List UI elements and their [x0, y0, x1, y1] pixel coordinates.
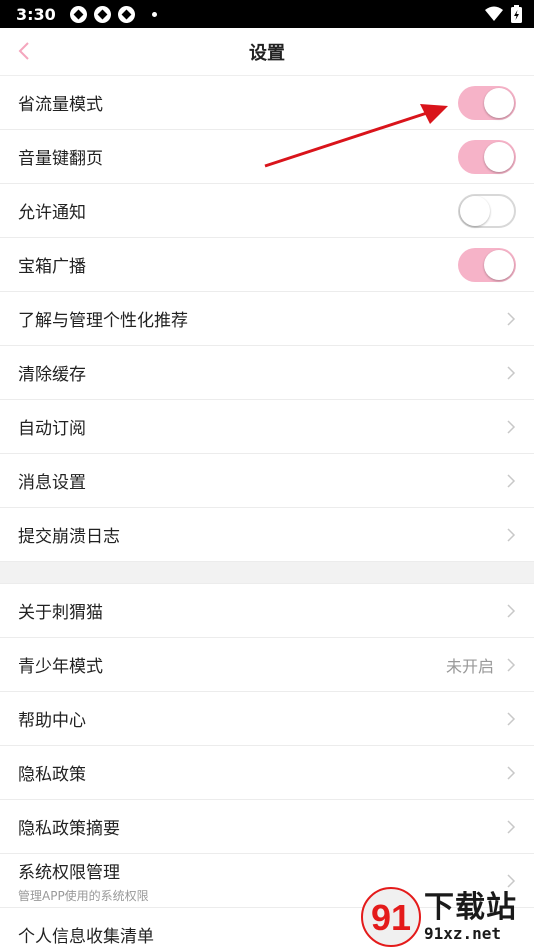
toggle-knob — [484, 87, 514, 118]
setting-allow-notifications: 允许通知 — [0, 184, 534, 238]
list-item-label: 自动订阅 — [18, 419, 86, 439]
status-bar: 3:30 — [0, 0, 534, 28]
toggle-knob — [460, 195, 490, 226]
list-item-label: 隐私政策摘要 — [18, 819, 120, 839]
app-notification-icon — [69, 5, 87, 23]
list-item-label: 提交崩溃日志 — [18, 527, 120, 547]
data-saver-toggle[interactable] — [458, 85, 516, 120]
chevron-right-icon — [507, 365, 516, 380]
list-item-auto-subscribe[interactable]: 自动订阅 — [0, 400, 534, 454]
watermark-brand: 下载站 — [424, 889, 517, 925]
chevron-right-icon — [507, 657, 516, 672]
teen-mode-status: 未开启 — [445, 656, 494, 676]
chevron-right-icon — [507, 473, 516, 488]
watermark-logo-number: 91 — [371, 897, 411, 938]
toggle-knob — [484, 249, 514, 280]
list-item-privacy-policy[interactable]: 隐私政策 — [0, 746, 534, 800]
back-arrow-icon[interactable] — [14, 40, 36, 62]
list-item-label: 清除缓存 — [18, 365, 86, 385]
list-item-personalized-recommendation[interactable]: 了解与管理个性化推荐 — [0, 292, 534, 346]
list-item-help-center[interactable]: 帮助中心 — [0, 692, 534, 746]
app-notification-icon — [117, 5, 135, 23]
more-notifications-icon — [151, 11, 157, 17]
allow-notifications-toggle[interactable] — [458, 193, 516, 228]
list-item-label: 系统权限管理 — [18, 862, 120, 883]
list-item-teen-mode[interactable]: 青少年模式 未开启 — [0, 638, 534, 692]
volume-page-turn-toggle[interactable] — [458, 139, 516, 174]
setting-label: 宝箱广播 — [18, 257, 86, 277]
watermark-logo-icon: 91 — [361, 887, 421, 947]
list-item-privacy-summary[interactable]: 隐私政策摘要 — [0, 800, 534, 854]
list-item-label: 关于刺猬猫 — [18, 603, 103, 623]
toggle-knob — [484, 141, 514, 172]
toggle-section: 省流量模式 音量键翻页 允许通知 宝箱广播 — [0, 76, 534, 292]
site-watermark: 91 下载站 91xz.net — [360, 886, 530, 948]
settings-section-1: 了解与管理个性化推荐 清除缓存 自动订阅 消息设置 提交崩溃日志 — [0, 292, 534, 562]
app-notification-icon — [93, 5, 111, 23]
battery-icon — [511, 5, 522, 23]
setting-label: 音量键翻页 — [18, 149, 103, 169]
page-title: 设置 — [249, 42, 285, 64]
list-item-label: 帮助中心 — [18, 711, 86, 731]
list-item-label: 青少年模式 — [18, 657, 103, 677]
watermark-url: 91xz.net — [424, 923, 502, 943]
setting-volume-page-turn: 音量键翻页 — [0, 130, 534, 184]
setting-treasure-broadcast: 宝箱广播 — [0, 238, 534, 292]
chevron-right-icon — [507, 311, 516, 326]
setting-label: 允许通知 — [18, 203, 86, 223]
list-item-about[interactable]: 关于刺猬猫 — [0, 584, 534, 638]
chevron-right-icon — [507, 527, 516, 542]
nav-bar: 设置 — [0, 28, 534, 76]
chevron-right-icon — [507, 819, 516, 834]
list-item-clear-cache[interactable]: 清除缓存 — [0, 346, 534, 400]
treasure-broadcast-toggle[interactable] — [458, 247, 516, 282]
chevron-right-icon — [507, 603, 516, 618]
list-item-label: 隐私政策 — [18, 765, 86, 785]
chevron-right-icon — [507, 711, 516, 726]
list-item-crash-log[interactable]: 提交崩溃日志 — [0, 508, 534, 562]
list-item-label: 了解与管理个性化推荐 — [18, 311, 188, 331]
chevron-right-icon — [507, 765, 516, 780]
chevron-right-icon — [507, 419, 516, 434]
list-item-message-settings[interactable]: 消息设置 — [0, 454, 534, 508]
setting-label: 省流量模式 — [18, 95, 103, 115]
watermark-text: 下载站 91xz.net — [424, 889, 517, 943]
status-time: 3:30 — [16, 4, 56, 24]
wifi-icon — [485, 6, 503, 21]
section-divider — [0, 562, 534, 584]
list-item-label: 消息设置 — [18, 473, 86, 493]
setting-data-saver: 省流量模式 — [0, 76, 534, 130]
